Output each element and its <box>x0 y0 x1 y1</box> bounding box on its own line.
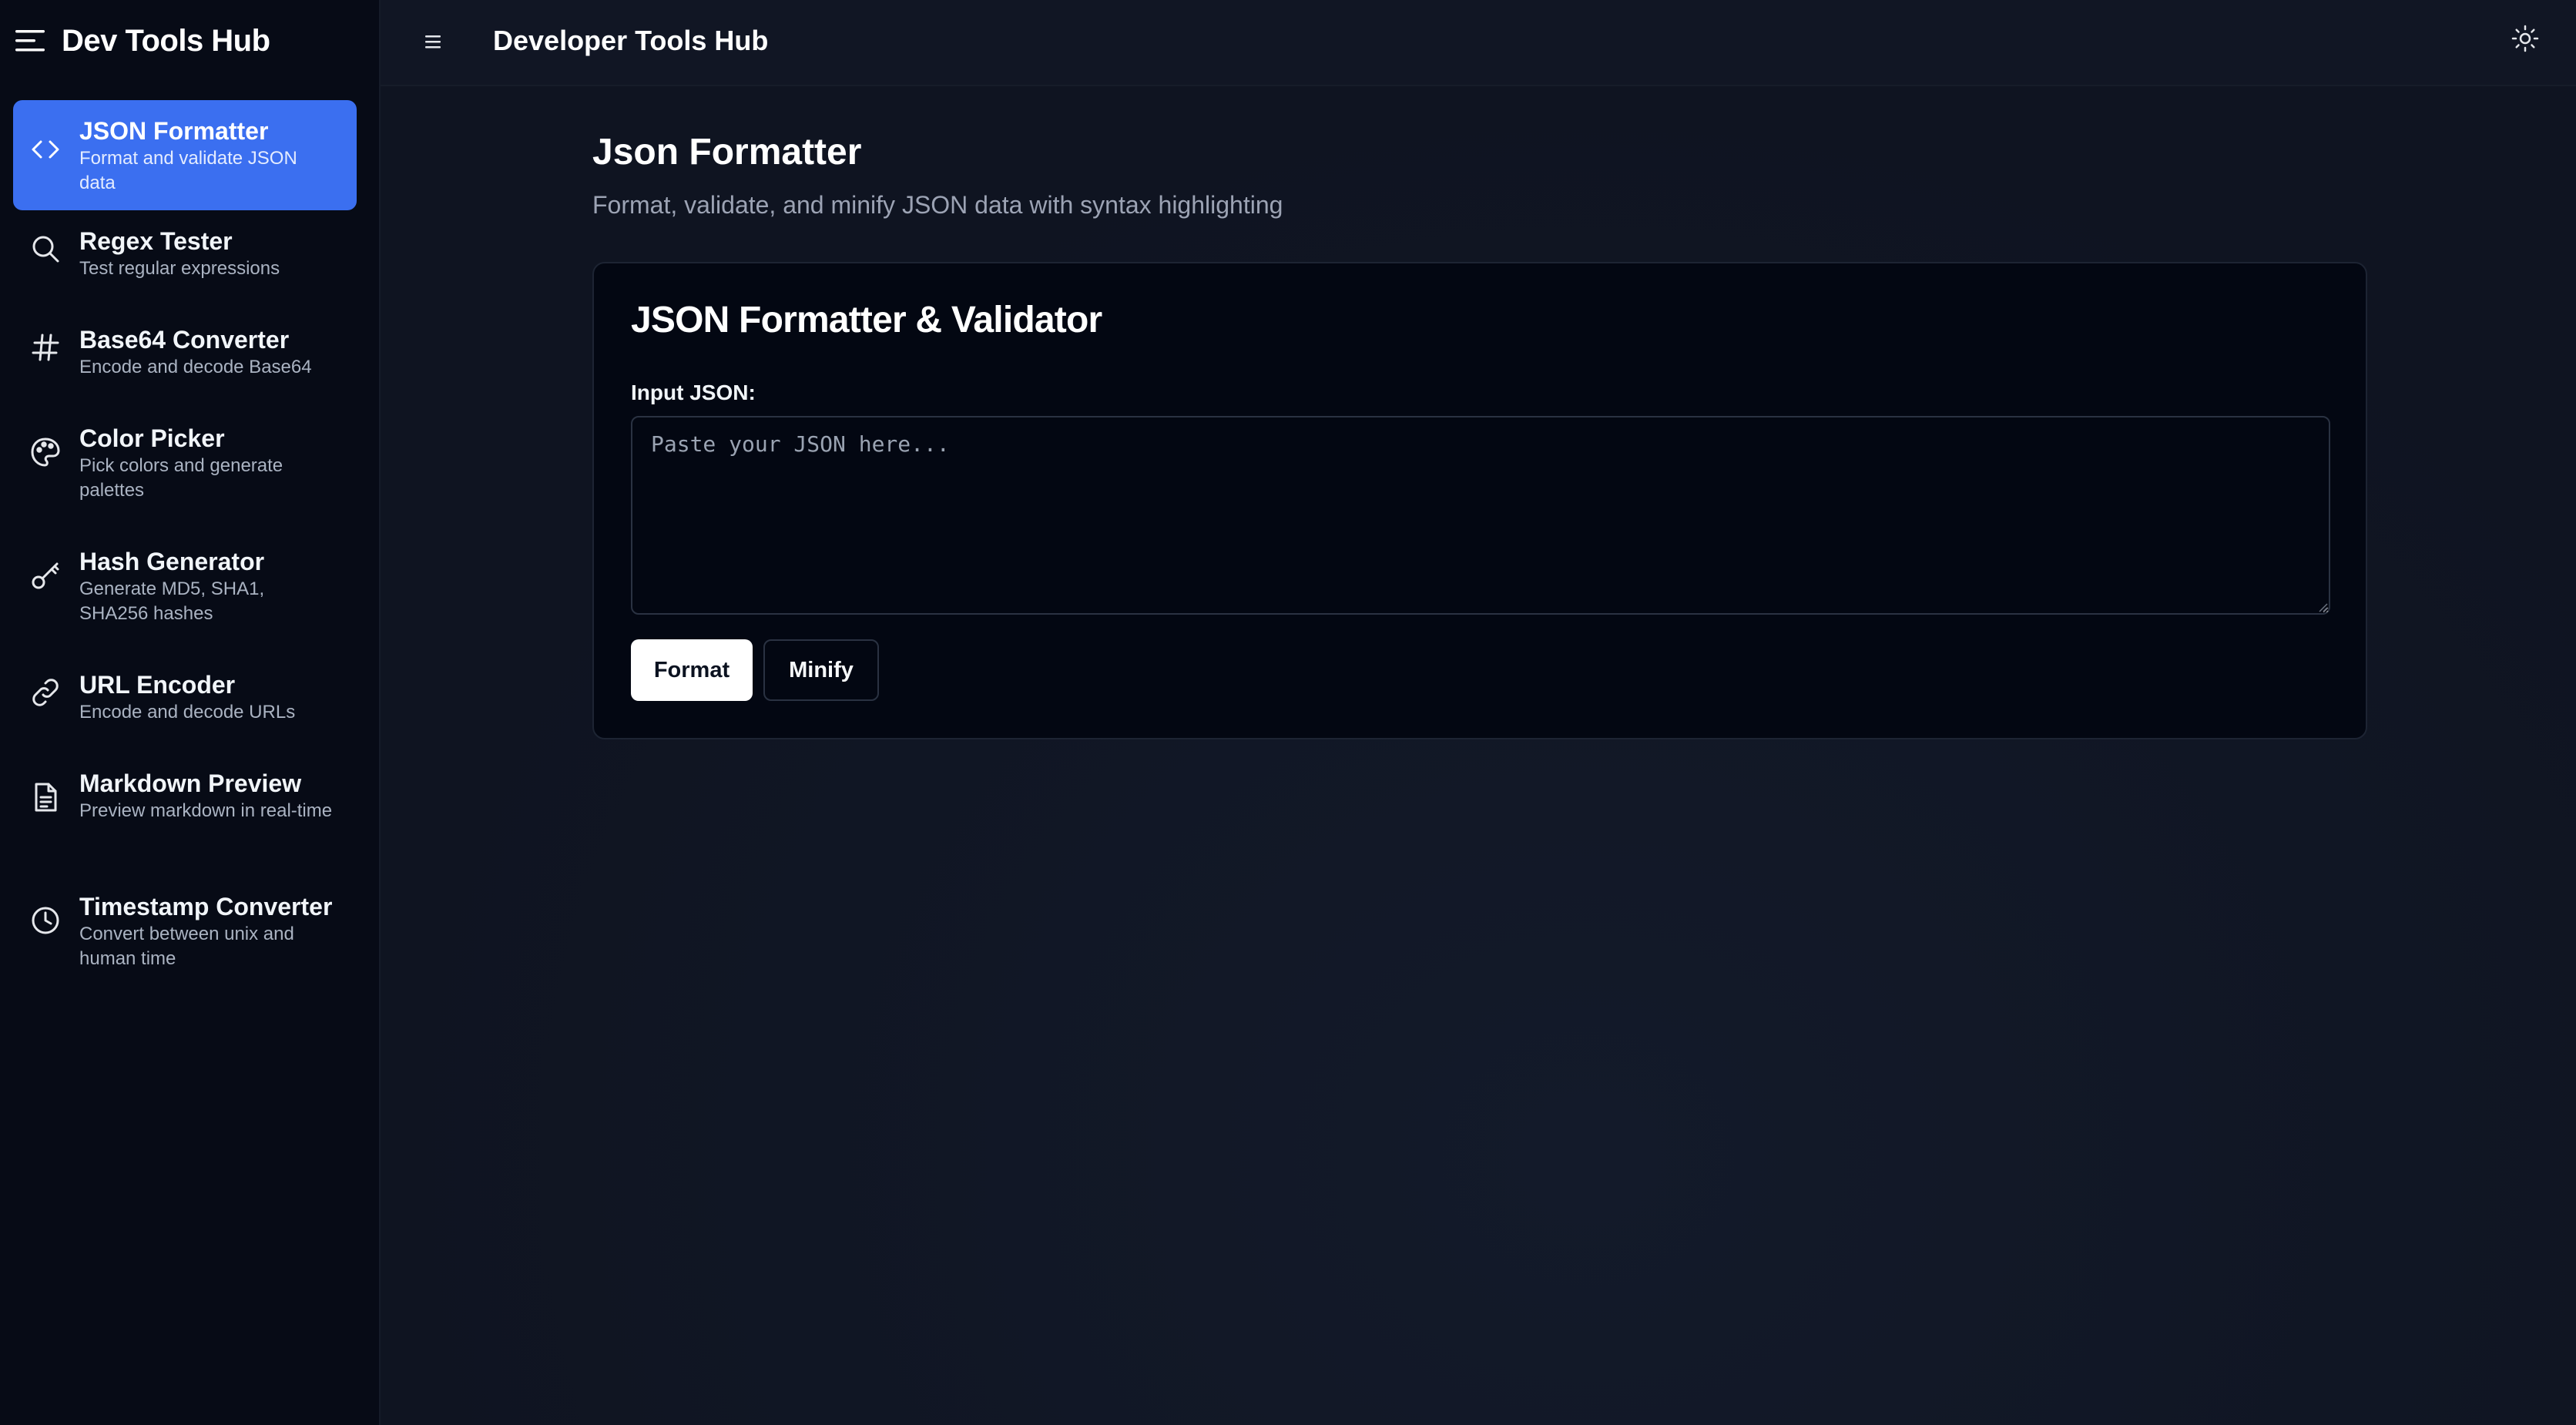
file-text-icon <box>30 782 61 813</box>
format-button[interactable]: Format <box>631 639 753 701</box>
input-json-label: Input JSON: <box>631 381 756 404</box>
sidebar-item-desc: Format and validate JSON data <box>79 148 297 193</box>
top-header: Developer Tools Hub <box>381 0 2576 86</box>
sidebar-item-desc: Encode and decode Base64 <box>79 357 312 377</box>
link-icon <box>30 677 61 708</box>
key-icon <box>30 560 61 591</box>
sidebar-item-regex-tester[interactable]: Regex Tester Test regular expressions <box>13 210 357 309</box>
app-root: Dev Tools Hub JSON Formatter Format and … <box>0 0 2576 1425</box>
sidebar-item-json-formatter[interactable]: JSON Formatter Format and validate JSON … <box>13 100 357 210</box>
minify-button[interactable]: Minify <box>763 639 879 701</box>
code-icon <box>30 134 61 165</box>
resize-grip-icon[interactable] <box>2316 601 2329 613</box>
hash-icon <box>30 332 61 363</box>
sun-icon[interactable] <box>2510 23 2541 54</box>
sidebar-item-desc: Pick colors and generate palettes <box>79 455 283 501</box>
main-content: Json Formatter Format, validate, and min… <box>381 86 2576 1425</box>
page-subtitle: Format, validate, and minify JSON data w… <box>592 191 1283 219</box>
card-title: JSON Formatter & Validator <box>631 300 1102 340</box>
sidebar-item-desc: Convert between unix and human time <box>79 924 294 969</box>
palette-icon <box>30 437 61 468</box>
header-title: Developer Tools Hub <box>493 25 769 56</box>
sidebar-item-desc: Generate MD5, SHA1, SHA256 hashes <box>79 578 265 624</box>
sidebar-item-timestamp-converter[interactable]: Timestamp Converter Convert between unix… <box>13 876 357 999</box>
sidebar-item-desc: Encode and decode URLs <box>79 702 296 723</box>
menu-icon[interactable] <box>14 27 48 55</box>
sidebar-nav: JSON Formatter Format and validate JSON … <box>13 100 357 999</box>
page-title: Json Formatter <box>592 132 862 173</box>
sidebar-item-title: Hash Generator <box>79 548 265 575</box>
sidebar-toggle-icon[interactable] <box>425 31 441 54</box>
clock-icon <box>30 905 61 936</box>
sidebar: Dev Tools Hub JSON Formatter Format and … <box>0 0 381 1425</box>
search-icon <box>30 233 61 264</box>
sidebar-item-title: Markdown Preview <box>79 770 302 797</box>
sidebar-item-color-picker[interactable]: Color Picker Pick colors and generate pa… <box>13 407 357 531</box>
json-formatter-card: JSON Formatter & Validator Input JSON: F… <box>592 262 2367 739</box>
sidebar-item-title: JSON Formatter <box>79 117 269 145</box>
sidebar-brand: Dev Tools Hub <box>14 22 270 60</box>
sidebar-item-hash-generator[interactable]: Hash Generator Generate MD5, SHA1, SHA25… <box>13 531 357 654</box>
sidebar-item-base64-converter[interactable]: Base64 Converter Encode and decode Base6… <box>13 309 357 407</box>
sidebar-item-title: URL Encoder <box>79 671 236 699</box>
sidebar-item-desc: Preview markdown in real-time <box>79 800 333 821</box>
json-input[interactable] <box>631 416 2330 615</box>
sidebar-item-markdown-preview[interactable]: Markdown Preview Preview markdown in rea… <box>13 753 357 876</box>
brand-title: Dev Tools Hub <box>62 23 270 58</box>
sidebar-item-title: Color Picker <box>79 424 225 452</box>
sidebar-item-title: Timestamp Converter <box>79 893 333 920</box>
sidebar-item-title: Regex Tester <box>79 227 233 255</box>
sidebar-item-title: Base64 Converter <box>79 326 290 354</box>
sidebar-item-url-encoder[interactable]: URL Encoder Encode and decode URLs <box>13 654 357 753</box>
sidebar-item-desc: Test regular expressions <box>79 258 280 279</box>
